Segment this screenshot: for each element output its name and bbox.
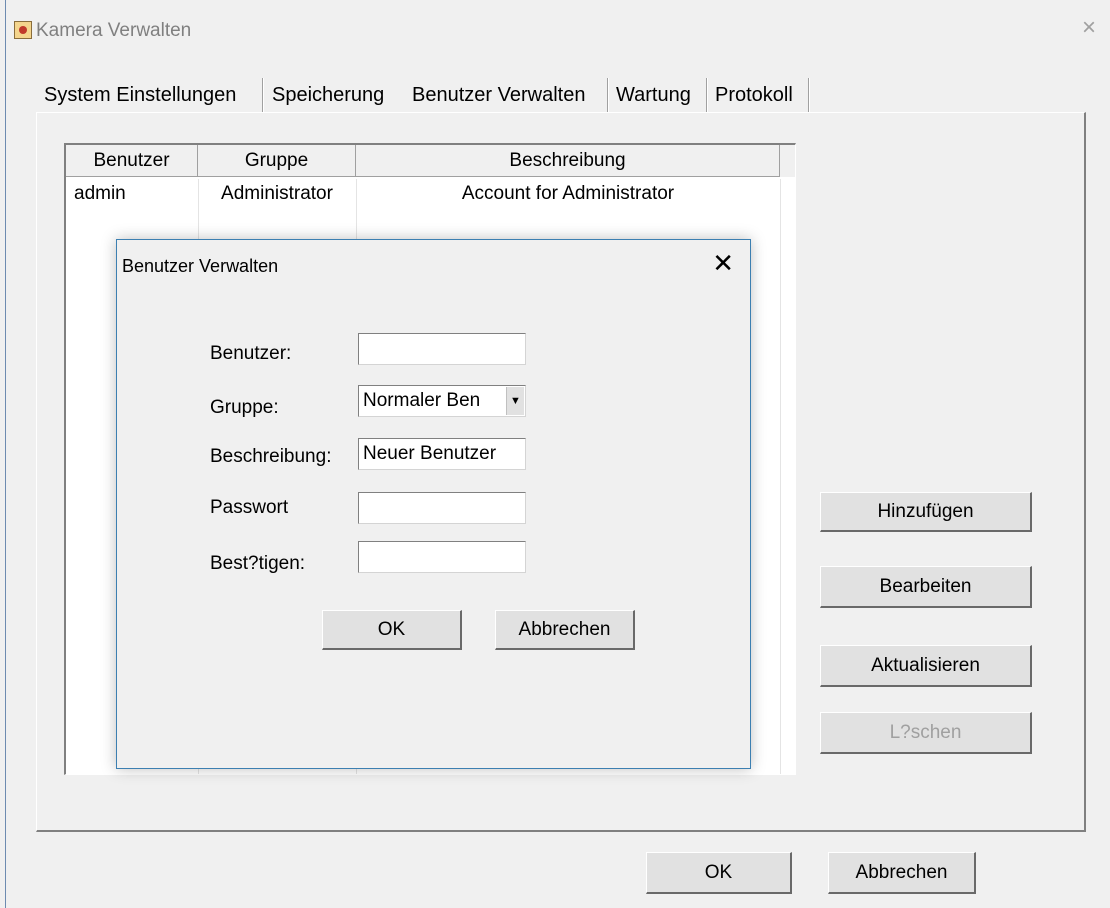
tab-separator	[262, 78, 264, 112]
table-cell-description[interactable]: Account for Administrator	[356, 179, 780, 211]
table-cell-group[interactable]: Administrator	[198, 179, 356, 211]
password-label: Passwort	[210, 497, 289, 518]
description-field[interactable]: Neuer Benutzer	[358, 438, 526, 470]
column-header-gruppe[interactable]: Gruppe	[198, 145, 356, 177]
confirm-password-label: Best?tigen:	[210, 553, 306, 574]
tab-separator	[808, 78, 810, 112]
tab-protokoll[interactable]: Protokoll	[713, 78, 795, 114]
refresh-button[interactable]: Aktualisieren	[820, 645, 1032, 687]
tab-benutzer-verwalten[interactable]: Benutzer Verwalten	[410, 78, 588, 114]
user-dialog: Benutzer Verwalten ✕ Benutzer: Gruppe: N…	[116, 239, 751, 769]
password-field[interactable]	[358, 492, 526, 524]
dialog-title: Benutzer Verwalten	[122, 256, 279, 276]
tab-system-einstellungen[interactable]: System Einstellungen	[42, 78, 238, 114]
user-label: Benutzer:	[210, 343, 292, 364]
dialog-ok-button[interactable]: OK	[322, 610, 462, 650]
dialog-close-icon[interactable]: ✕	[712, 248, 734, 278]
group-selected-value: Normaler Ben	[363, 390, 481, 411]
column-header-benutzer[interactable]: Benutzer	[66, 145, 198, 177]
list-header: Benutzer Gruppe Beschreibung	[66, 145, 795, 177]
table-cell-user[interactable]: admin	[74, 179, 194, 211]
cancel-button[interactable]: Abbrechen	[828, 852, 976, 894]
tab-separator	[706, 78, 708, 112]
window-title: Kamera Verwalten	[36, 20, 192, 41]
chevron-down-icon[interactable]: ▼	[506, 387, 524, 415]
camera-app-icon	[14, 21, 32, 39]
tab-wartung[interactable]: Wartung	[614, 78, 693, 114]
ok-button[interactable]: OK	[646, 852, 792, 894]
group-select[interactable]: Normaler Ben ▼	[358, 385, 526, 417]
tab-speicherung[interactable]: Speicherung	[270, 78, 386, 114]
close-icon[interactable]: ×	[1082, 16, 1096, 40]
edit-user-button[interactable]: Bearbeiten	[820, 566, 1032, 608]
confirm-password-field[interactable]	[358, 541, 526, 573]
user-field[interactable]	[358, 333, 526, 365]
delete-user-button[interactable]: L?schen	[820, 712, 1032, 754]
description-label: Beschreibung:	[210, 446, 332, 467]
group-label: Gruppe:	[210, 397, 279, 418]
dialog-cancel-button[interactable]: Abbrechen	[495, 610, 635, 650]
column-divider	[780, 179, 781, 774]
column-header-beschreibung[interactable]: Beschreibung	[356, 145, 780, 177]
window-left-edge	[5, 0, 6, 908]
add-user-button[interactable]: Hinzufügen	[820, 492, 1032, 532]
tab-separator	[607, 78, 609, 112]
